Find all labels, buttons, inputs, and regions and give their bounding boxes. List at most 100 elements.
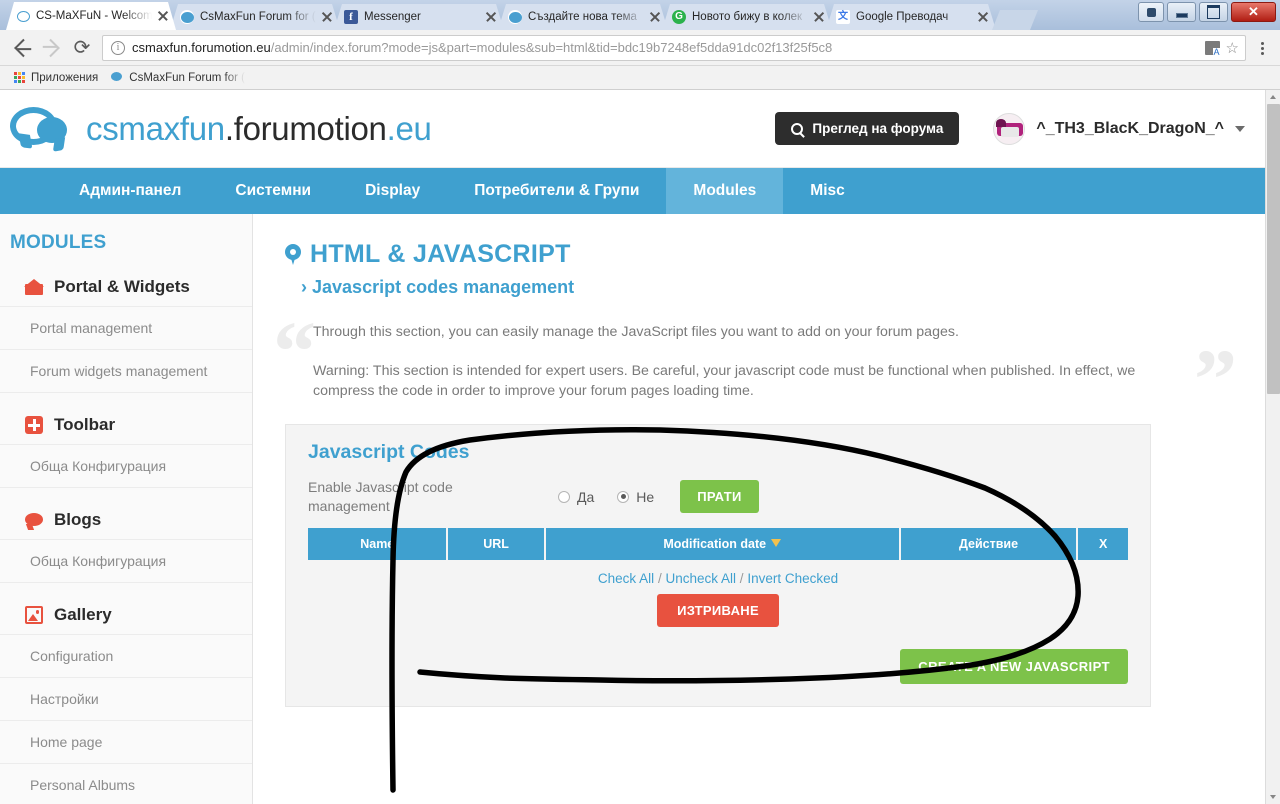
quote-open-icon: “ xyxy=(273,303,316,399)
close-icon[interactable] xyxy=(320,10,334,24)
close-icon[interactable] xyxy=(648,10,662,24)
browser-tab[interactable]: Създайте нова тема xyxy=(498,4,668,30)
sidebar-group-portal-widgets[interactable]: Portal & Widgets xyxy=(0,268,252,306)
tab-title: Google Преводач xyxy=(856,11,949,23)
sidebar-item-forum-widgets-management[interactable]: Forum widgets management xyxy=(0,349,252,392)
page-subtitle-text: Javascript codes management xyxy=(312,277,575,297)
chat-icon xyxy=(16,9,30,23)
user-menu[interactable]: ^_TH3_BlacK_DragoN_^ xyxy=(993,112,1245,145)
create-new-javascript-button[interactable]: CREATE A NEW JAVASCRIPT xyxy=(900,648,1128,684)
sidebar: MODULES Portal & Widgets Portal manageme… xyxy=(0,214,253,804)
translate-icon[interactable] xyxy=(1204,40,1221,57)
page-content: csmaxfun.forumotion.eu Преглед на форума… xyxy=(0,90,1265,804)
sidebar-divider xyxy=(0,392,252,406)
close-icon[interactable] xyxy=(156,9,170,23)
url-domain: csmaxfun.forumotion.eu xyxy=(132,40,271,55)
window-controls: ✕ xyxy=(1138,2,1276,22)
bookmark-apps[interactable]: Приложения xyxy=(10,71,102,84)
sidebar-divider xyxy=(0,582,252,596)
site-info-icon[interactable] xyxy=(111,40,125,55)
chat-icon xyxy=(508,10,522,24)
back-button[interactable] xyxy=(8,34,36,62)
close-icon[interactable] xyxy=(976,10,990,24)
radio-no[interactable]: Не xyxy=(617,489,654,505)
site-logo[interactable]: csmaxfun.forumotion.eu xyxy=(10,105,432,153)
send-button[interactable]: ПРАТИ xyxy=(680,480,759,514)
sort-descending-icon[interactable] xyxy=(771,538,782,549)
sidebar-item-gallery-configuration[interactable]: Configuration xyxy=(0,634,252,677)
sidebar-group-label: Blogs xyxy=(54,510,102,529)
speech-bubbles-logo-icon xyxy=(10,105,72,153)
scroll-up-icon[interactable] xyxy=(1266,90,1280,104)
chevron-down-icon[interactable] xyxy=(1235,125,1245,132)
bookmark-forum[interactable]: CsMaxFun Forum for ( xyxy=(107,71,249,84)
admin-main-nav: Админ-панел Системни Display Потребители… xyxy=(0,168,1265,214)
column-header-action[interactable]: Действие xyxy=(899,527,1079,560)
tab-title: Messenger xyxy=(364,11,421,23)
search-icon xyxy=(791,122,804,135)
column-header-modification-date[interactable]: Modification date xyxy=(544,527,901,560)
bookmark-star-icon[interactable]: ☆ xyxy=(1226,39,1239,57)
sidebar-group-gallery[interactable]: Gallery xyxy=(0,596,252,634)
uncheck-all-link[interactable]: Uncheck All xyxy=(665,571,736,586)
enable-js-radios: Да Не xyxy=(558,489,654,505)
logo-part-3: .eu xyxy=(386,109,432,147)
minimize-button[interactable] xyxy=(1167,2,1196,22)
nav-item-modules[interactable]: Modules xyxy=(666,168,784,214)
page-title-text: HTML & JAVASCRIPT xyxy=(310,240,571,268)
plus-box-icon xyxy=(25,416,43,434)
enable-js-row: Enable Javascript code management : Да Н… xyxy=(308,478,1128,528)
sidebar-group-toolbar[interactable]: Toolbar xyxy=(0,406,252,444)
sidebar-item-portal-management[interactable]: Portal management xyxy=(0,306,252,349)
address-bar[interactable]: csmaxfun.forumotion.eu/admin/index.forum… xyxy=(102,34,1246,61)
page-scrollbar[interactable] xyxy=(1265,90,1280,804)
page-subtitle[interactable]: › Javascript codes management xyxy=(285,269,1233,298)
browser-tab[interactable]: CS-MaXFuN - Welcom xyxy=(6,2,176,30)
javascript-codes-panel: Javascript Codes Enable Javascript code … xyxy=(285,423,1151,707)
bookmark-label: Приложения xyxy=(31,71,99,84)
nav-item-admin-panel[interactable]: Админ-панел xyxy=(52,168,208,214)
browser-tab[interactable]: G Новото бижу в колек xyxy=(662,4,832,30)
column-header-delete[interactable]: X xyxy=(1077,527,1128,560)
view-forum-button[interactable]: Преглед на форума xyxy=(775,112,960,145)
delete-button[interactable]: ИЗТРИВАНЕ xyxy=(657,593,779,627)
description-paragraph-2: Warning: This section is intended for ex… xyxy=(313,362,1136,400)
sidebar-item-gallery-settings[interactable]: Настройки xyxy=(0,677,252,720)
apps-grid-icon xyxy=(14,71,26,84)
check-all-link[interactable]: Check All xyxy=(598,571,654,586)
browser-menu-icon[interactable] xyxy=(1252,36,1272,60)
column-header-url[interactable]: URL xyxy=(447,527,546,560)
logo-part-1: csmaxfun xyxy=(86,109,225,147)
chat-icon xyxy=(180,10,194,24)
forward-button[interactable] xyxy=(38,34,66,62)
browser-tab[interactable]: 文 Google Преводач xyxy=(826,4,996,30)
sidebar-item-toolbar-config[interactable]: Обща Конфигурация xyxy=(0,444,252,487)
nav-item-users-groups[interactable]: Потребители & Групи xyxy=(447,168,666,214)
logo-text: csmaxfun.forumotion.eu xyxy=(86,110,432,148)
nav-item-misc[interactable]: Misc xyxy=(783,168,871,214)
sidebar-group-blogs[interactable]: Blogs xyxy=(0,501,252,539)
nav-item-display[interactable]: Display xyxy=(338,168,447,214)
sidebar-item-blogs-config[interactable]: Обща Конфигурация xyxy=(0,539,252,582)
logo-part-2: .forumotion xyxy=(224,109,387,147)
invert-checked-link[interactable]: Invert Checked xyxy=(747,571,838,586)
maximize-button[interactable] xyxy=(1199,2,1228,22)
browser-tab[interactable]: CsMaxFun Forum for ( xyxy=(170,4,340,30)
scrollbar-thumb[interactable] xyxy=(1267,104,1280,394)
column-header-name[interactable]: Name xyxy=(308,527,449,560)
description-paragraph-1: Through this section, you can easily man… xyxy=(313,324,959,340)
image-icon xyxy=(25,606,43,624)
radio-yes[interactable]: Да xyxy=(558,489,594,505)
nav-item-system[interactable]: Системни xyxy=(208,168,338,214)
new-tab-button[interactable] xyxy=(992,10,1038,30)
browser-tab[interactable]: f Messenger xyxy=(334,4,504,30)
close-icon[interactable] xyxy=(484,10,498,24)
close-window-button[interactable]: ✕ xyxy=(1231,2,1276,22)
user-profile-button[interactable] xyxy=(1138,2,1164,22)
reload-icon[interactable]: ⟳ xyxy=(68,34,96,62)
sidebar-item-gallery-home-page[interactable]: Home page xyxy=(0,720,252,763)
close-icon[interactable] xyxy=(812,10,826,24)
scroll-down-icon[interactable] xyxy=(1266,790,1280,804)
radio-button-icon xyxy=(617,490,630,503)
sidebar-item-gallery-personal-albums[interactable]: Personal Albums xyxy=(0,763,252,804)
